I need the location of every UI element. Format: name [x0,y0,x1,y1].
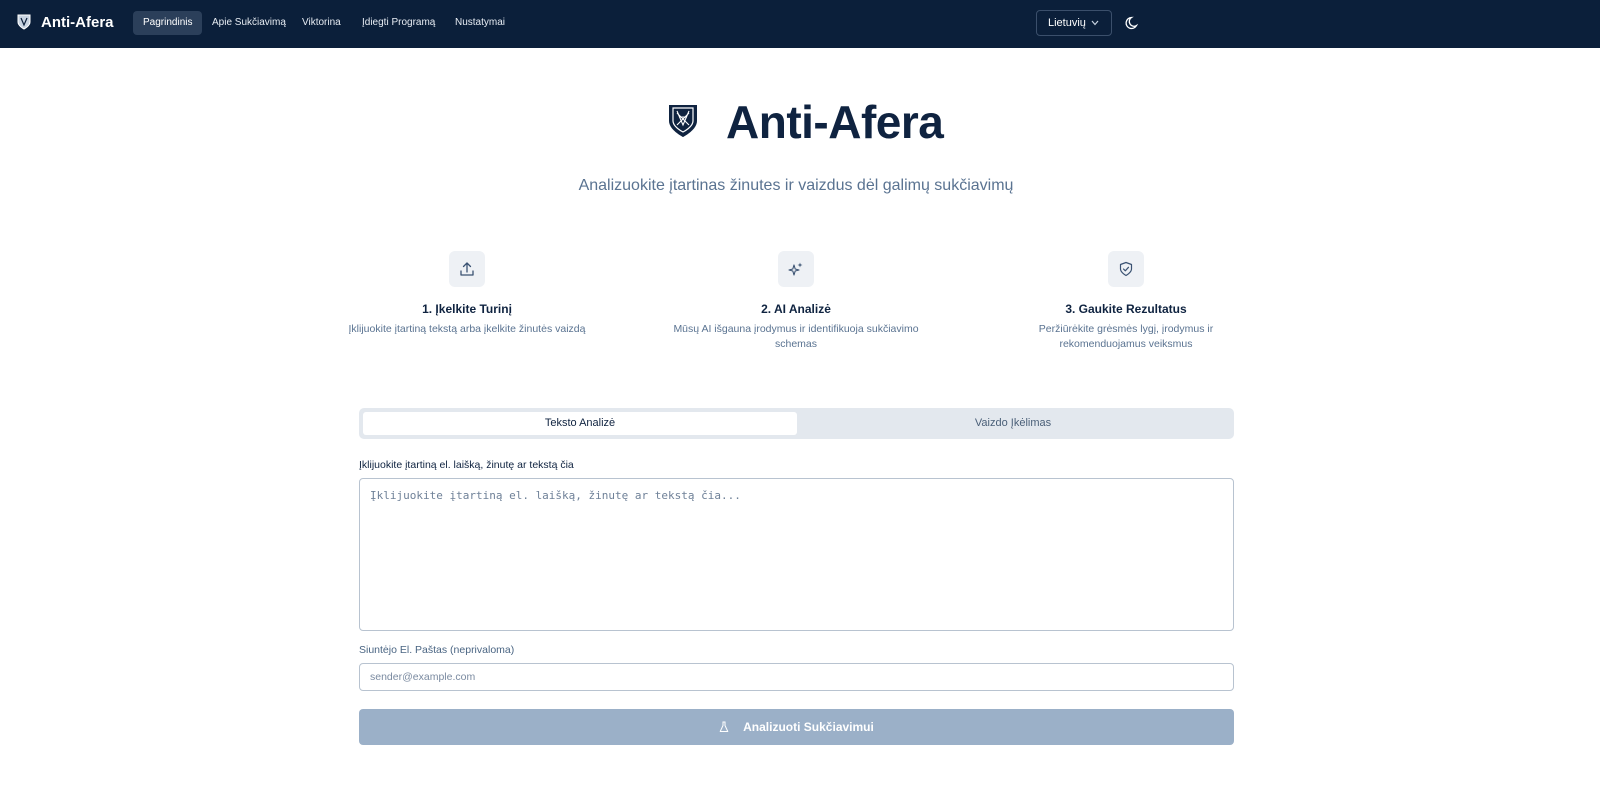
step-title: 3. Gaukite Rezultatus [1065,302,1187,316]
language-select[interactable]: Lietuvių [1036,10,1112,36]
flask-icon [719,721,729,732]
step-icon-box [449,251,485,287]
step-upload: 1. Įkelkite Turinį Įklijuokite įtartiną … [327,251,607,337]
nav-item-nustatymai[interactable]: Nustatymai [445,11,515,35]
message-textarea[interactable] [359,478,1234,631]
shield-logo-icon [17,14,31,30]
step-results: 3. Gaukite Rezultatus Peržiūrėkite grėsm… [986,251,1266,352]
step-description: Peržiūrėkite grėsmės lygį, įrodymus ir r… [1038,323,1214,350]
analyze-button-label: Analizuoti Sukčiavimui [743,720,874,734]
step-icon-box [778,251,814,287]
analysis-tabs: Teksto Analizė Vaizdo Įkėlimas [359,408,1234,439]
nav-item-idiegti-programa[interactable]: Įdiegti Programą [352,11,445,35]
shield-check-icon [1119,261,1133,277]
step-ai-analysis: 2. AI Analizė Mūsų AI išgauna įrodymus i… [656,251,936,352]
analyze-button[interactable]: Analizuoti Sukčiavimui [359,709,1234,745]
brand[interactable]: Anti-Afera [17,14,114,31]
brand-name: Anti-Afera [41,14,114,31]
step-title: 1. Įkelkite Turinį [422,302,512,316]
tab-image-upload[interactable]: Vaizdo Įkėlimas [796,412,1230,435]
step-title: 2. AI Analizė [761,302,831,316]
step-description: Įklijuokite įtartiną tekstą arba įkelkit… [348,323,586,335]
message-label: Įklijuokite įtartiną el. laišką, žinutę … [359,459,574,471]
language-select-value: Lietuvių [1048,17,1086,29]
step-description: Mūsų AI išgauna įrodymus ir identifikuoj… [673,323,919,350]
sender-email-input[interactable] [359,663,1234,691]
moon-icon[interactable] [1124,14,1142,32]
nav-item-apie-sukciavima[interactable]: Apie Sukčiavimą [202,11,296,35]
page-subtitle: Analizuokite įtartinas žinutes ir vaizdu… [578,177,1014,194]
chevron-down-icon [1091,20,1099,26]
nav-item-viktorina[interactable]: Viktorina [292,11,351,35]
upload-icon [460,262,474,276]
nav-item-pagrindinis[interactable]: Pagrindinis [133,11,203,35]
scrollbar[interactable] [1586,48,1600,793]
tab-text-analysis[interactable]: Teksto Analizė [363,412,797,435]
sparkles-icon [788,262,803,276]
top-navbar: Anti-Afera Pagrindinis Apie Sukčiavimą V… [0,0,1600,48]
shield-logo-icon [669,105,697,137]
page-title: Anti-Afera [726,96,944,148]
sender-email-label: Siuntėjo El. Paštas (neprivaloma) [359,644,515,656]
step-icon-box [1108,251,1144,287]
